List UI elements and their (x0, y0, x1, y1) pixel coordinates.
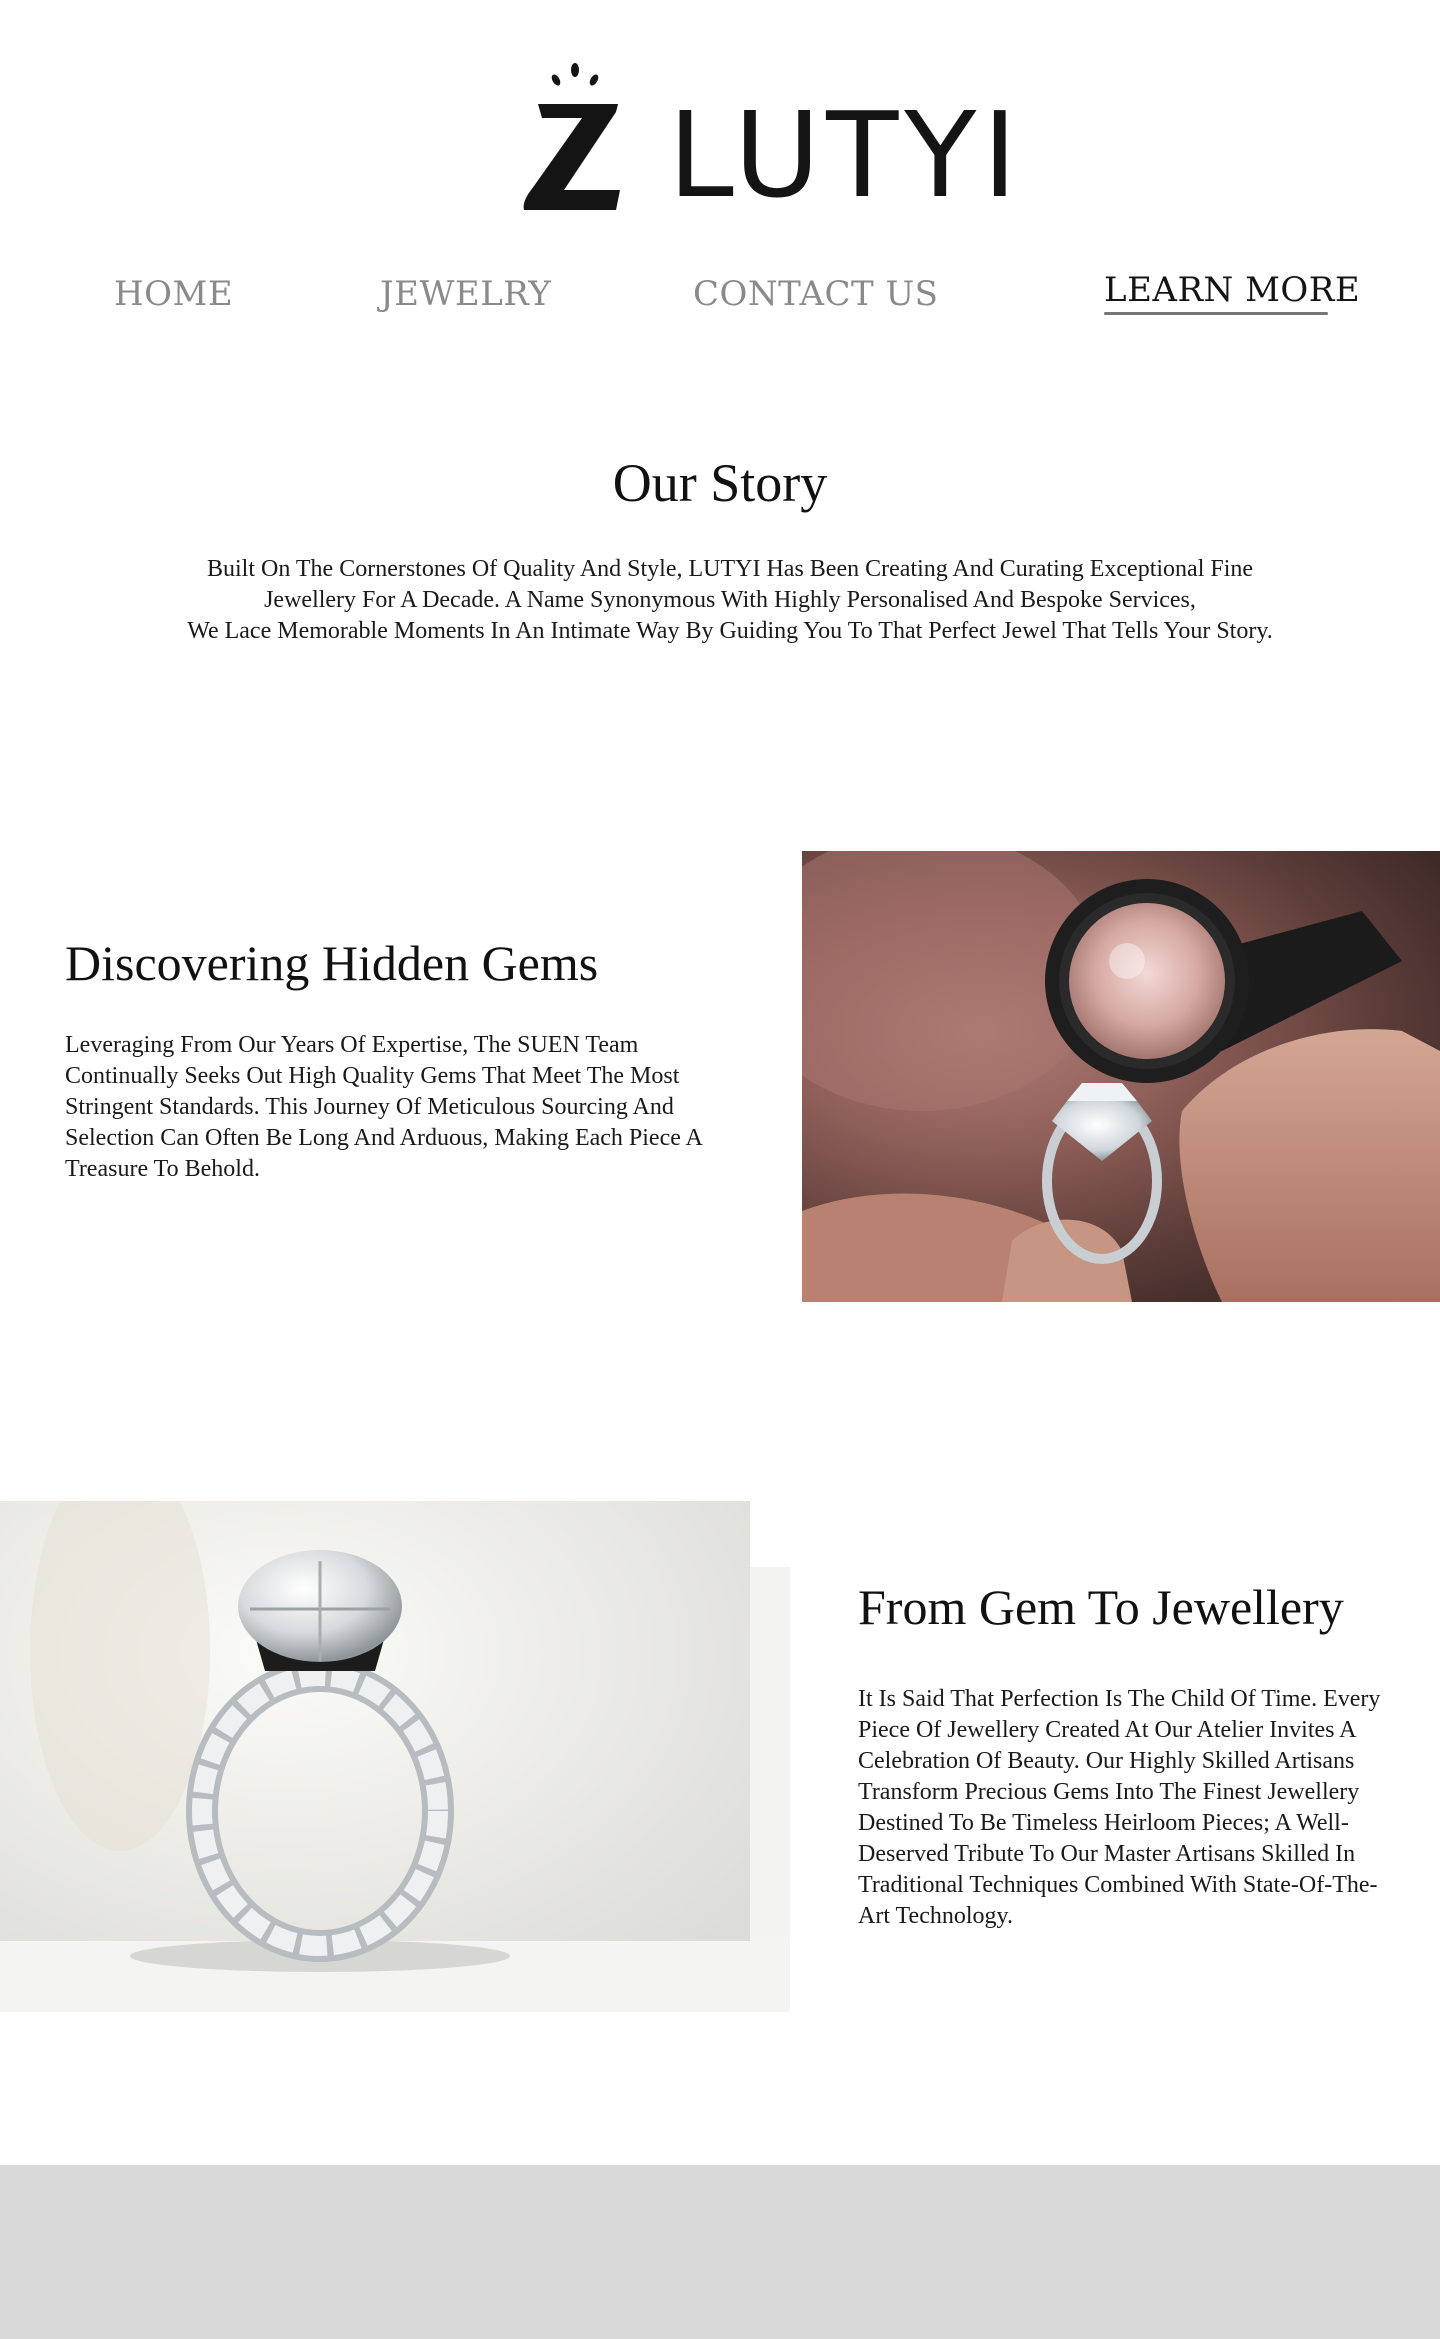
story-line: Jewellery For A Decade. A Name Synonymou… (264, 587, 1196, 613)
brand-name: LUTYI (668, 86, 1024, 224)
diamond-ring-photo (0, 1501, 790, 2012)
jeweler-loupe-photo (802, 851, 1440, 1302)
story-line: Built On The Cornerstones Of Quality And… (206, 556, 1254, 582)
nav-item-home[interactable]: HOME (114, 274, 233, 314)
eternity-ring-illustration (0, 1501, 790, 2012)
nav-item-jewelry[interactable]: JEWELRY (380, 274, 551, 314)
story-body: Built On The Cornerstones Of Quality And… (120, 554, 1340, 647)
gems-section-body: Leveraging From Our Years Of Expertise, … (65, 1032, 702, 1182)
story-title: Our Story (612, 453, 828, 513)
jewellery-section-title: From Gem To Jewellery (858, 1579, 1344, 1635)
nav-item-learn-more[interactable]: LEARN MORE (1104, 270, 1360, 310)
main-nav: HOME JEWELRY CONTACT US LEARN MORE (0, 262, 1440, 322)
nav-item-contact-us[interactable]: CONTACT US (693, 274, 938, 314)
nav-active-underline (1104, 312, 1328, 315)
footer (0, 2165, 1440, 2339)
diamond-sparkle-z-icon (523, 63, 620, 210)
jewellery-section-body: It Is Said That Perfection Is The Child … (858, 1686, 1381, 1929)
gems-section-title: Discovering Hidden Gems (65, 935, 599, 991)
story-line: We Lace Memorable Moments In An Intimate… (187, 618, 1273, 644)
brand-logo[interactable]: LUTYI (520, 62, 1017, 214)
loupe-ring-illustration (802, 851, 1440, 1302)
